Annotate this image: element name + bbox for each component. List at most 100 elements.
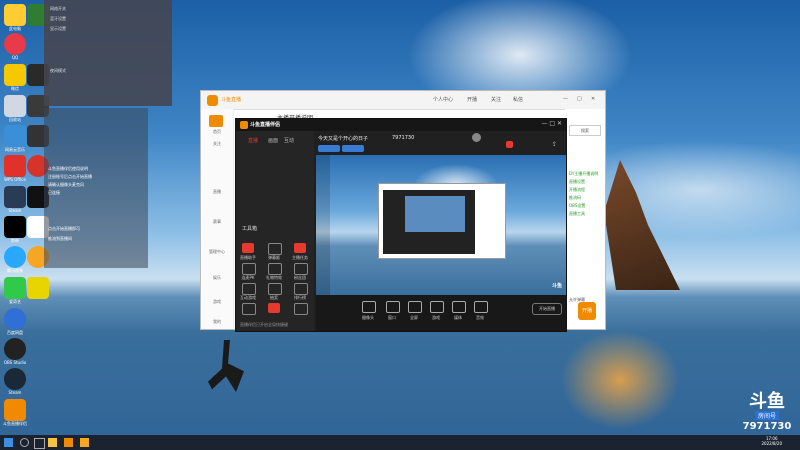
camera-icon[interactable] (362, 301, 376, 313)
tool-icon[interactable] (294, 283, 308, 295)
tool-icon[interactable] (268, 283, 282, 295)
obs-icon[interactable] (4, 338, 26, 360)
desktop-icon-label: 剪映 (11, 238, 19, 243)
green-link[interactable]: OBS设置 (569, 203, 585, 209)
tool-icon[interactable] (242, 263, 256, 275)
windows-start-icon[interactable] (4, 438, 13, 447)
category-button[interactable] (318, 145, 340, 152)
sidebar-item-label[interactable]: 管理中心 (203, 249, 231, 255)
system-clock[interactable]: 17:06 2022/8/20 (761, 436, 782, 446)
go-live-button[interactable]: 开播 (578, 302, 596, 320)
search-icon[interactable] (20, 438, 29, 447)
sidebar-item-label[interactable]: 我的 (203, 319, 231, 325)
tool-icon[interactable] (294, 243, 306, 253)
toolbar-link[interactable]: 个人中心 (433, 96, 453, 103)
watermark-room-label: 房间号 (754, 411, 779, 420)
toolbar-link[interactable]: 开播 (467, 96, 477, 103)
green-link[interactable]: DY主播开播说明 (569, 171, 598, 177)
search-button[interactable]: 搜索 (569, 125, 601, 136)
tool-icon[interactable] (294, 303, 308, 315)
maximize-icon[interactable]: □ (577, 96, 582, 102)
taskbar: 17:06 2022/8/20 (0, 435, 800, 450)
app-tab[interactable]: 直播 (248, 137, 258, 144)
tool-label: 抽奖 (270, 295, 278, 300)
baidu-netdisk-icon[interactable] (4, 308, 26, 330)
wps-icon[interactable] (4, 155, 26, 177)
toolbar-link[interactable]: 关注 (491, 96, 501, 103)
desktop-icon-label: 此电脑 (9, 26, 21, 31)
tool-label: 连麦PK (241, 275, 255, 280)
fullscreen-icon[interactable] (408, 301, 422, 313)
task-view-icon[interactable] (34, 438, 45, 449)
start-live-button[interactable]: 开始直播 (532, 303, 562, 315)
qq-icon[interactable] (4, 33, 26, 55)
close-icon[interactable]: ✕ (591, 96, 595, 102)
tool-icon[interactable] (268, 303, 280, 313)
green-link[interactable]: 推流码 (569, 195, 581, 201)
browser-taskbar-icon[interactable] (80, 438, 89, 447)
steam-client-icon[interactable] (4, 368, 26, 390)
desktop-icon-label: 网易云音乐 (5, 147, 25, 152)
wallpaper-sun-reflection (560, 330, 680, 430)
tencent-video-icon[interactable] (4, 246, 26, 268)
app-titlebar: 斗鱼直播伴侣 — □ ✕ (236, 119, 566, 131)
share-icon[interactable]: ⇪ (552, 141, 557, 148)
avatar[interactable] (472, 133, 481, 142)
control-label: 媒体 (454, 315, 462, 320)
sidebar-item-label[interactable]: 娱乐 (203, 275, 231, 281)
douyu-taskbar-icon[interactable] (64, 438, 73, 447)
app-logo-icon (240, 121, 248, 129)
tool-icon[interactable] (294, 263, 308, 275)
sidebar-item-label[interactable]: 关注 (203, 141, 231, 147)
douyu-helper-icon[interactable] (4, 399, 26, 421)
desktop-icon-label: 爱奇艺 (9, 299, 21, 304)
wechat-icon[interactable] (4, 64, 26, 86)
popup-line[interactable]: 蓝牙设置 (50, 16, 66, 22)
netease-music-icon[interactable] (4, 125, 26, 147)
desktop-icon-label: Steam (8, 208, 22, 213)
room-id: 7971730 (392, 135, 415, 141)
sidebar-item-label[interactable]: 游戏 (203, 299, 231, 305)
media-icon[interactable] (452, 301, 466, 313)
app-icon[interactable] (27, 277, 49, 299)
desktop-icon-label: Steam (8, 390, 22, 395)
tool-icon[interactable] (242, 283, 256, 295)
app-tab[interactable]: 互动 (284, 137, 294, 144)
control-label: 全屏 (410, 315, 418, 320)
sidebar-item-label[interactable]: 赛事 (203, 219, 231, 225)
game-capture-icon[interactable] (430, 301, 444, 313)
panel-line: 斗鱼直播伴侣使用说明 (48, 166, 88, 171)
tool-icon[interactable] (268, 263, 282, 275)
sidebar-item-label[interactable]: 直播 (203, 189, 231, 195)
tool-label: 粉丝团 (294, 275, 306, 280)
home-icon[interactable] (209, 115, 223, 127)
toolbar-link[interactable]: 私信 (513, 96, 523, 103)
panel-line: 点击开始直播即可 (48, 226, 80, 231)
desktop-icon-label: QQ (11, 55, 19, 60)
app-tab[interactable]: 画面 (268, 137, 278, 144)
recycle-bin-icon[interactable] (4, 95, 26, 117)
live-icon[interactable] (506, 141, 513, 148)
window-capture-icon[interactable] (386, 301, 400, 313)
popup-line[interactable]: 显示设置 (50, 26, 66, 32)
stream-preview[interactable]: 斗鱼 (316, 155, 566, 295)
popup-line[interactable]: 网络开关 (50, 6, 66, 12)
desktop-icon-label: 百度网盘 (7, 330, 23, 335)
iqiyi-icon[interactable] (4, 277, 26, 299)
steam-icon[interactable] (4, 186, 26, 208)
tool-icon[interactable] (242, 243, 254, 253)
jianying-icon[interactable] (4, 216, 26, 238)
window-controls[interactable]: — □ ✕ (541, 120, 562, 127)
green-link[interactable]: 直播设置 (569, 179, 585, 185)
green-link[interactable]: 直播工具 (569, 211, 585, 217)
minimize-icon[interactable]: — (563, 96, 568, 102)
this-pc-icon[interactable] (4, 4, 26, 26)
file-explorer-icon[interactable] (48, 438, 57, 447)
desktop-icon-label: 腾讯视频 (7, 268, 23, 273)
green-link[interactable]: 开播流程 (569, 187, 585, 193)
popup-line[interactable]: 夜间模式 (50, 68, 66, 74)
tool-icon[interactable] (242, 303, 256, 315)
edit-button[interactable] (342, 145, 364, 152)
volume-icon[interactable] (474, 301, 488, 313)
tool-icon[interactable] (268, 243, 282, 255)
